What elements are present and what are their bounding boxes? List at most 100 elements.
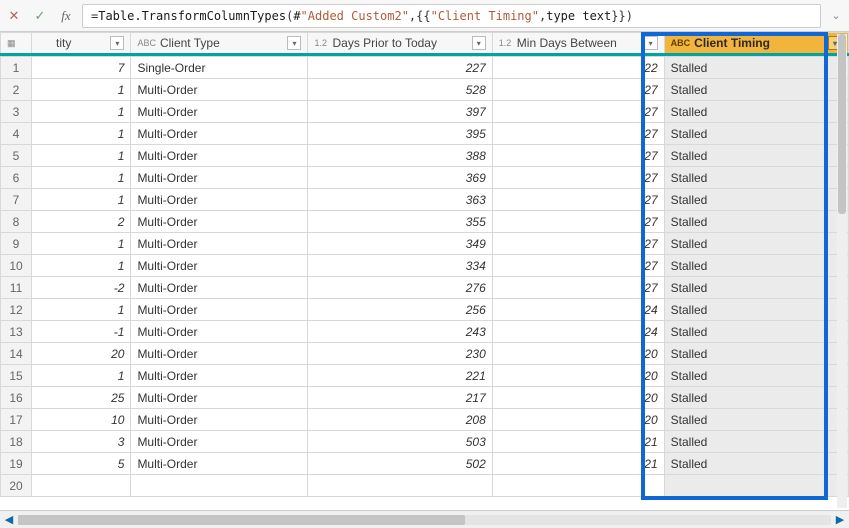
filter-dropdown-icon[interactable]: ▾: [110, 36, 124, 50]
row-number[interactable]: 4: [1, 123, 32, 145]
column-header-min-days[interactable]: 1.2 Min Days Between ▾: [492, 33, 664, 55]
table-row[interactable]: 91Multi-Order34927Stalled: [1, 233, 849, 255]
cell-client-type[interactable]: Multi-Order: [131, 431, 308, 453]
row-number[interactable]: 16: [1, 387, 32, 409]
row-number[interactable]: 2: [1, 79, 32, 101]
cell-min-days[interactable]: 24: [492, 299, 664, 321]
cell-client-timing[interactable]: Stalled: [664, 255, 848, 277]
cell-days-prior[interactable]: 388: [308, 145, 492, 167]
table-row[interactable]: 101Multi-Order33427Stalled: [1, 255, 849, 277]
cell-client-type[interactable]: Multi-Order: [131, 145, 308, 167]
row-number[interactable]: 7: [1, 189, 32, 211]
cell-client-timing[interactable]: Stalled: [664, 211, 848, 233]
cell-min-days[interactable]: 27: [492, 167, 664, 189]
row-number[interactable]: 18: [1, 431, 32, 453]
cell-client-type[interactable]: Multi-Order: [131, 167, 308, 189]
column-header-client-timing[interactable]: ABC Client Timing ▾: [664, 33, 848, 55]
cell-client-timing[interactable]: Stalled: [664, 387, 848, 409]
cell-client-timing[interactable]: Stalled: [664, 101, 848, 123]
cell-client-type[interactable]: Multi-Order: [131, 277, 308, 299]
scrollbar-thumb[interactable]: [838, 34, 846, 214]
cell-tity[interactable]: 1: [32, 365, 131, 387]
row-number[interactable]: 1: [1, 57, 32, 79]
row-number[interactable]: 5: [1, 145, 32, 167]
cell-client-timing[interactable]: Stalled: [664, 189, 848, 211]
cell-tity[interactable]: 25: [32, 387, 131, 409]
scrollbar-thumb[interactable]: [18, 515, 465, 525]
cell-client-timing[interactable]: Stalled: [664, 321, 848, 343]
cell-client-type[interactable]: Multi-Order: [131, 365, 308, 387]
table-row[interactable]: 41Multi-Order39527Stalled: [1, 123, 849, 145]
row-number[interactable]: 17: [1, 409, 32, 431]
cell-client-timing[interactable]: Stalled: [664, 277, 848, 299]
table-row[interactable]: 13-1Multi-Order24324Stalled: [1, 321, 849, 343]
cell-days-prior[interactable]: 502: [308, 453, 492, 475]
cell-client-type[interactable]: Multi-Order: [131, 453, 308, 475]
cell-min-days[interactable]: 27: [492, 123, 664, 145]
cell-client-type[interactable]: Multi-Order: [131, 255, 308, 277]
cell-tity[interactable]: 10: [32, 409, 131, 431]
cell-min-days[interactable]: 27: [492, 277, 664, 299]
cell-days-prior[interactable]: 221: [308, 365, 492, 387]
cell-tity[interactable]: 20: [32, 343, 131, 365]
table-row[interactable]: 31Multi-Order39727Stalled: [1, 101, 849, 123]
cell-client-type[interactable]: Multi-Order: [131, 101, 308, 123]
table-row[interactable]: 121Multi-Order25624Stalled: [1, 299, 849, 321]
formula-input[interactable]: = Table.TransformColumnTypes(#"Added Cus…: [82, 4, 821, 28]
cell-min-days[interactable]: 27: [492, 211, 664, 233]
cell-client-type[interactable]: Multi-Order: [131, 343, 308, 365]
table-row[interactable]: 82Multi-Order35527Stalled: [1, 211, 849, 233]
cell-days-prior[interactable]: 227: [308, 57, 492, 79]
cell-days-prior[interactable]: 256: [308, 299, 492, 321]
cell-client-timing[interactable]: Stalled: [664, 167, 848, 189]
cell-days-prior[interactable]: 276: [308, 277, 492, 299]
cell-days-prior[interactable]: 528: [308, 79, 492, 101]
table-row[interactable]: 51Multi-Order38827Stalled: [1, 145, 849, 167]
cell-client-timing[interactable]: Stalled: [664, 453, 848, 475]
cell-client-type[interactable]: Multi-Order: [131, 211, 308, 233]
row-number[interactable]: 11: [1, 277, 32, 299]
cell-client-type[interactable]: Multi-Order: [131, 409, 308, 431]
table-row[interactable]: 17Single-Order22722Stalled: [1, 57, 849, 79]
table-row[interactable]: 1420Multi-Order23020Stalled: [1, 343, 849, 365]
cell-days-prior[interactable]: 243: [308, 321, 492, 343]
row-number[interactable]: 10: [1, 255, 32, 277]
table-row[interactable]: 183Multi-Order50321Stalled: [1, 431, 849, 453]
table-row[interactable]: 20: [1, 475, 849, 497]
cell-client-type[interactable]: Single-Order: [131, 57, 308, 79]
cell-client-timing[interactable]: Stalled: [664, 57, 848, 79]
cell-days-prior[interactable]: 397: [308, 101, 492, 123]
table-row[interactable]: 71Multi-Order36327Stalled: [1, 189, 849, 211]
corner-cell[interactable]: ▦: [1, 33, 32, 55]
cell-tity[interactable]: [32, 475, 131, 497]
cell-days-prior[interactable]: 349: [308, 233, 492, 255]
table-row[interactable]: 151Multi-Order22120Stalled: [1, 365, 849, 387]
cell-client-timing[interactable]: Stalled: [664, 299, 848, 321]
cell-min-days[interactable]: 21: [492, 431, 664, 453]
cell-days-prior[interactable]: 395: [308, 123, 492, 145]
vertical-scrollbar[interactable]: [837, 34, 847, 508]
cell-days-prior[interactable]: 363: [308, 189, 492, 211]
scroll-left-icon[interactable]: ◀: [0, 512, 18, 528]
cell-client-type[interactable]: Multi-Order: [131, 321, 308, 343]
cell-client-timing[interactable]: Stalled: [664, 79, 848, 101]
cell-tity[interactable]: 1: [32, 255, 131, 277]
cell-tity[interactable]: 1: [32, 299, 131, 321]
row-number[interactable]: 9: [1, 233, 32, 255]
cell-tity[interactable]: 1: [32, 145, 131, 167]
cell-tity[interactable]: 1: [32, 79, 131, 101]
cell-days-prior[interactable]: 355: [308, 211, 492, 233]
cell-min-days[interactable]: 20: [492, 409, 664, 431]
cell-days-prior[interactable]: 503: [308, 431, 492, 453]
row-number[interactable]: 12: [1, 299, 32, 321]
cell-tity[interactable]: 1: [32, 123, 131, 145]
row-number[interactable]: 15: [1, 365, 32, 387]
cell-client-type[interactable]: Multi-Order: [131, 189, 308, 211]
column-header-days-prior[interactable]: 1.2 Days Prior to Today ▾: [308, 33, 492, 55]
cell-tity[interactable]: 1: [32, 101, 131, 123]
cell-tity[interactable]: 3: [32, 431, 131, 453]
row-number[interactable]: 13: [1, 321, 32, 343]
scroll-right-icon[interactable]: ▶: [831, 512, 849, 528]
cell-client-timing[interactable]: [664, 475, 848, 497]
row-number[interactable]: 3: [1, 101, 32, 123]
